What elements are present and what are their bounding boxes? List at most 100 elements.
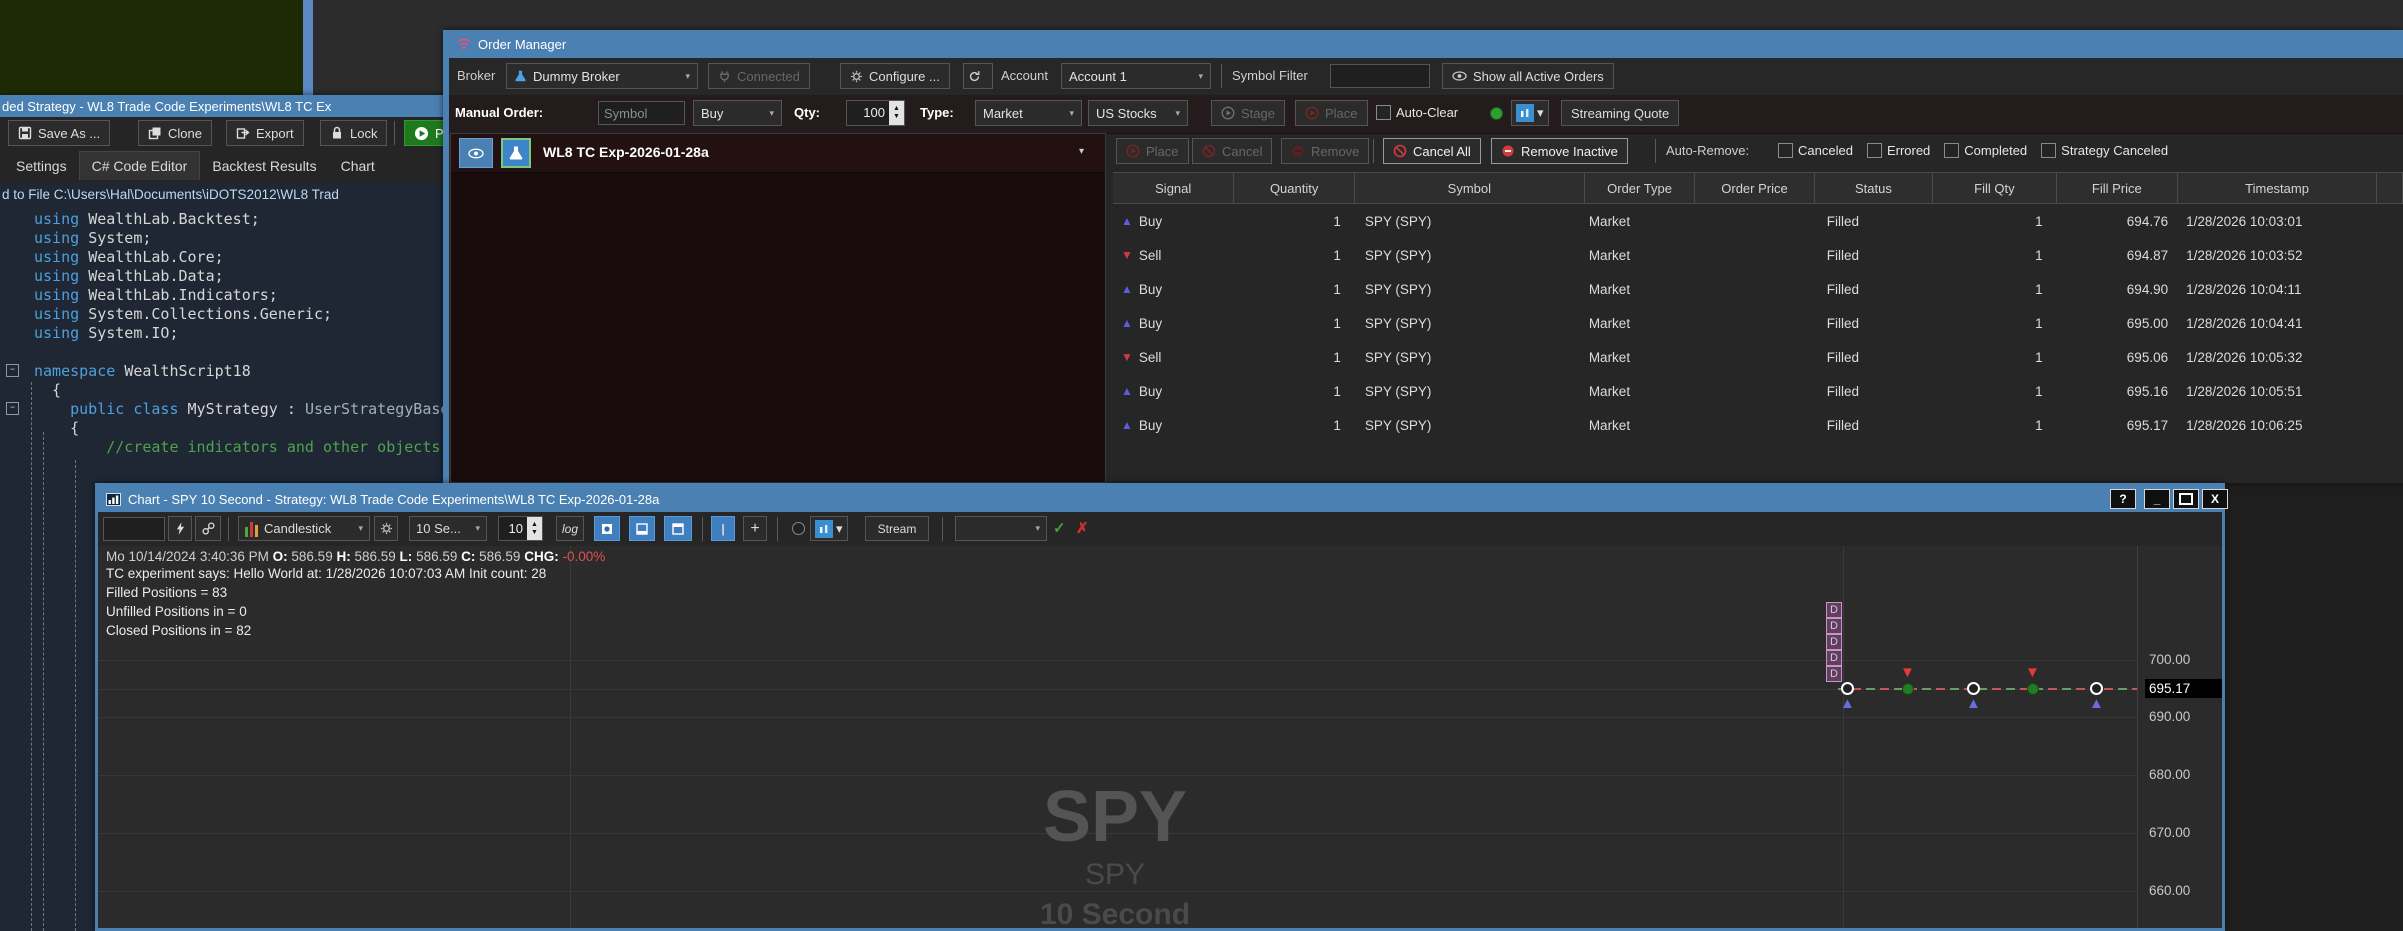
chart-titlebar[interactable]: Chart - SPY 10 Second - Strategy: WL8 Tr… [98,486,2222,512]
column-header-quantity[interactable]: Quantity [1234,173,1354,203]
auto-clear-checkbox[interactable]: Auto-Clear [1376,105,1458,120]
configure-button[interactable]: Configure ... [840,63,950,89]
stream-source-dropdown[interactable]: ▾ [810,516,848,541]
auto-remove-completed[interactable]: Completed [1944,143,2027,158]
visibility-eye-button[interactable] [459,138,493,168]
radio-icon[interactable] [792,522,805,535]
remove-inactive-button[interactable]: Remove Inactive [1491,138,1628,164]
table-row[interactable]: ▲Buy1SPY (SPY)MarketFilled1694.901/28/20… [1113,272,2403,306]
filled-position-marker[interactable] [1902,683,1914,695]
account-dropdown[interactable]: Account 1 ▾ [1061,63,1211,89]
add-indicator-button[interactable]: + [743,516,767,541]
quote-source-dropdown[interactable]: ▾ [1511,100,1549,126]
column-header-symbol[interactable]: Symbol [1355,173,1585,203]
orders-table[interactable]: SignalQuantitySymbolOrder TypeOrder Pric… [1113,172,2403,483]
cell-signal: ▲Buy [1113,204,1234,238]
panel-bottom-toggle-button[interactable] [629,516,655,541]
column-header-timestamp[interactable]: Timestamp [2178,173,2377,203]
auto-remove-strategy-canceled[interactable]: Strategy Canceled [2041,143,2168,158]
open-position-marker[interactable] [1841,682,1854,695]
link-button[interactable] [195,516,221,541]
connected-button[interactable]: Connected [708,63,810,89]
order-type-dropdown[interactable]: Market ▾ [975,100,1082,126]
apply-check-icon[interactable]: ✓ [1053,519,1066,537]
cancel-all-button[interactable]: Cancel All [1383,138,1481,164]
column-header-fill-qty[interactable]: Fill Qty [1933,173,2056,203]
filled-position-marker[interactable] [2027,683,2039,695]
side-dropdown[interactable]: Buy ▾ [693,100,782,126]
stream-button[interactable]: Stream [865,516,929,541]
auto-remove-canceled[interactable]: Canceled [1778,143,1853,158]
separator [228,517,229,541]
order-manager-titlebar[interactable]: Order Manager [449,30,2403,58]
style-settings-button[interactable] [374,516,398,541]
streaming-quote-button[interactable]: Streaming Quote [1561,100,1679,126]
help-button[interactable]: ? [2110,489,2136,509]
tab-chart[interactable]: Chart [329,152,387,180]
chart-plot-area[interactable]: Mo 10/14/2024 3:40:36 PM O: 586.59 H: 58… [98,546,2222,928]
cancel-x-icon[interactable]: ✗ [1076,519,1089,537]
orders-table-body[interactable]: ▲Buy1SPY (SPY)MarketFilled1694.761/28/20… [1113,204,2403,442]
events-toggle-button[interactable] [594,516,620,541]
strategy-window-titlebar[interactable]: ded Strategy - WL8 Trade Code Experiment… [0,95,450,117]
fold-collapse-icon[interactable]: − [6,364,19,377]
tab-c-code-editor[interactable]: C# Code Editor [79,151,201,180]
column-header-status[interactable]: Status [1815,173,1933,203]
chevron-down-icon[interactable]: ▾ [1079,146,1084,157]
chart-symbol-input[interactable] [103,517,165,541]
qty-stepper[interactable]: 100 ▲▼ [846,100,905,126]
log-scale-button[interactable]: log [556,516,584,541]
bar-interval-stepper[interactable]: 10 ▲▼ [498,516,543,541]
stepper-arrows-icon[interactable]: ▲▼ [889,101,904,125]
chart-style-dropdown[interactable]: Candlestick ▾ [238,516,370,541]
crosshair-cursor-button[interactable]: | [711,516,735,541]
auto-remove-errored[interactable]: Errored [1867,143,1930,158]
lock-button[interactable]: Lock [320,120,387,146]
account-value: Account 1 [1069,69,1127,84]
table-row[interactable]: ▲Buy1SPY (SPY)MarketFilled1695.001/28/20… [1113,306,2403,340]
column-header-order-price[interactable]: Order Price [1695,173,1814,203]
open-position-marker[interactable] [2090,682,2103,695]
cell-price [1695,204,1814,238]
save-as-button[interactable]: Save As ... [8,120,110,146]
table-row[interactable]: ▼Sell1SPY (SPY)MarketFilled1695.061/28/2… [1113,340,2403,374]
fold-collapse-icon[interactable]: − [6,402,19,415]
remove-order-button[interactable]: Remove [1281,138,1369,164]
symbol-filter-input[interactable] [1330,64,1430,88]
export-button[interactable]: Export [226,120,304,146]
stage-button[interactable]: Stage [1211,100,1285,126]
column-header-signal[interactable]: Signal [1113,173,1234,203]
table-row[interactable]: ▲Buy1SPY (SPY)MarketFilled1694.761/28/20… [1113,204,2403,238]
buy-arrow-icon: ▲ [1121,418,1133,432]
table-row[interactable]: ▲Buy1SPY (SPY)MarketFilled1695.171/28/20… [1113,408,2403,442]
minimize-button[interactable]: _ [2144,489,2170,509]
column-header-order-type[interactable]: Order Type [1585,173,1695,203]
clone-button[interactable]: Clone [138,120,212,146]
open-position-marker[interactable] [1967,682,1980,695]
manual-symbol-input[interactable] [598,101,685,125]
tab-backtest-results[interactable]: Backtest Results [200,152,328,180]
streaming-toggle-button[interactable] [168,516,192,541]
orders-table-header[interactable]: SignalQuantitySymbolOrder TypeOrder Pric… [1113,172,2403,204]
range-dropdown[interactable]: ▾ [955,516,1047,541]
cancel-order-button[interactable]: Cancel [1192,138,1272,164]
place-button-manual[interactable]: Place [1295,100,1368,126]
place-order-button[interactable]: Place [1116,138,1189,164]
market-dropdown[interactable]: US Stocks ▾ [1088,100,1188,126]
maximize-button[interactable] [2173,489,2199,509]
refresh-button[interactable] [963,63,993,89]
panel-top-toggle-button[interactable] [664,516,692,541]
table-row[interactable]: ▲Buy1SPY (SPY)MarketFilled1695.161/28/20… [1113,374,2403,408]
column-header-fill-price[interactable]: Fill Price [2057,173,2178,203]
cell-price [1695,408,1814,442]
column-header-filler[interactable] [2377,173,2403,203]
table-row[interactable]: ▼Sell1SPY (SPY)MarketFilled1694.871/28/2… [1113,238,2403,272]
show-all-active-orders-button[interactable]: Show all Active Orders [1442,63,1614,89]
stepper-arrows-icon[interactable]: ▲▼ [527,517,542,540]
cell-price [1695,272,1814,306]
strategy-filter-header[interactable]: WL8 TC Exp-2026-01-28a ▾ [451,134,1105,173]
broker-dropdown[interactable]: Dummy Broker ▾ [506,63,698,89]
scale-dropdown[interactable]: 10 Se... ▾ [409,516,487,541]
tab-settings[interactable]: Settings [4,152,79,180]
close-button[interactable]: X [2202,489,2228,509]
